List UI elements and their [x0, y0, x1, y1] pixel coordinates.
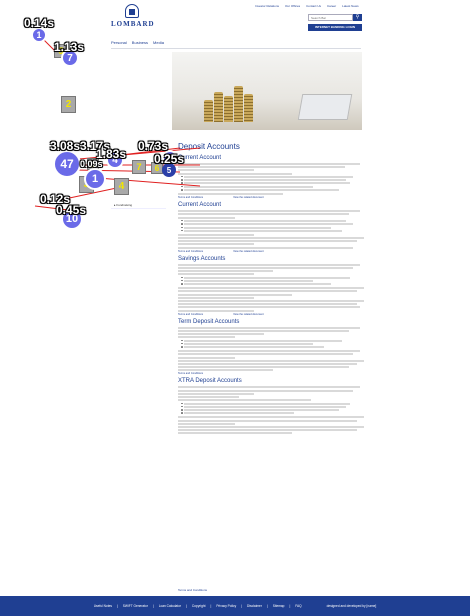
overlay-time-label: 0.09s — [80, 159, 103, 169]
overlay-square-2: 2 — [61, 96, 76, 113]
overlay-square-4: 4 — [114, 178, 129, 195]
overlay-time-label: 3.08s — [50, 139, 81, 153]
overlay-time-label: 0.25s — [154, 152, 185, 166]
overlay-circle-1b: 1 — [84, 168, 106, 190]
overlay-time-label: 0.45s — [56, 203, 87, 217]
overlay-square-7: 7 — [132, 160, 146, 174]
overlay-lines — [34, 35, 201, 211]
overlay-time-label: 0.73s — [138, 139, 169, 153]
overlay-circle-47: 47 — [53, 150, 81, 178]
overlay-time-label: 1.13s — [54, 40, 85, 54]
overlay-time-label: 0.14s — [24, 16, 55, 30]
